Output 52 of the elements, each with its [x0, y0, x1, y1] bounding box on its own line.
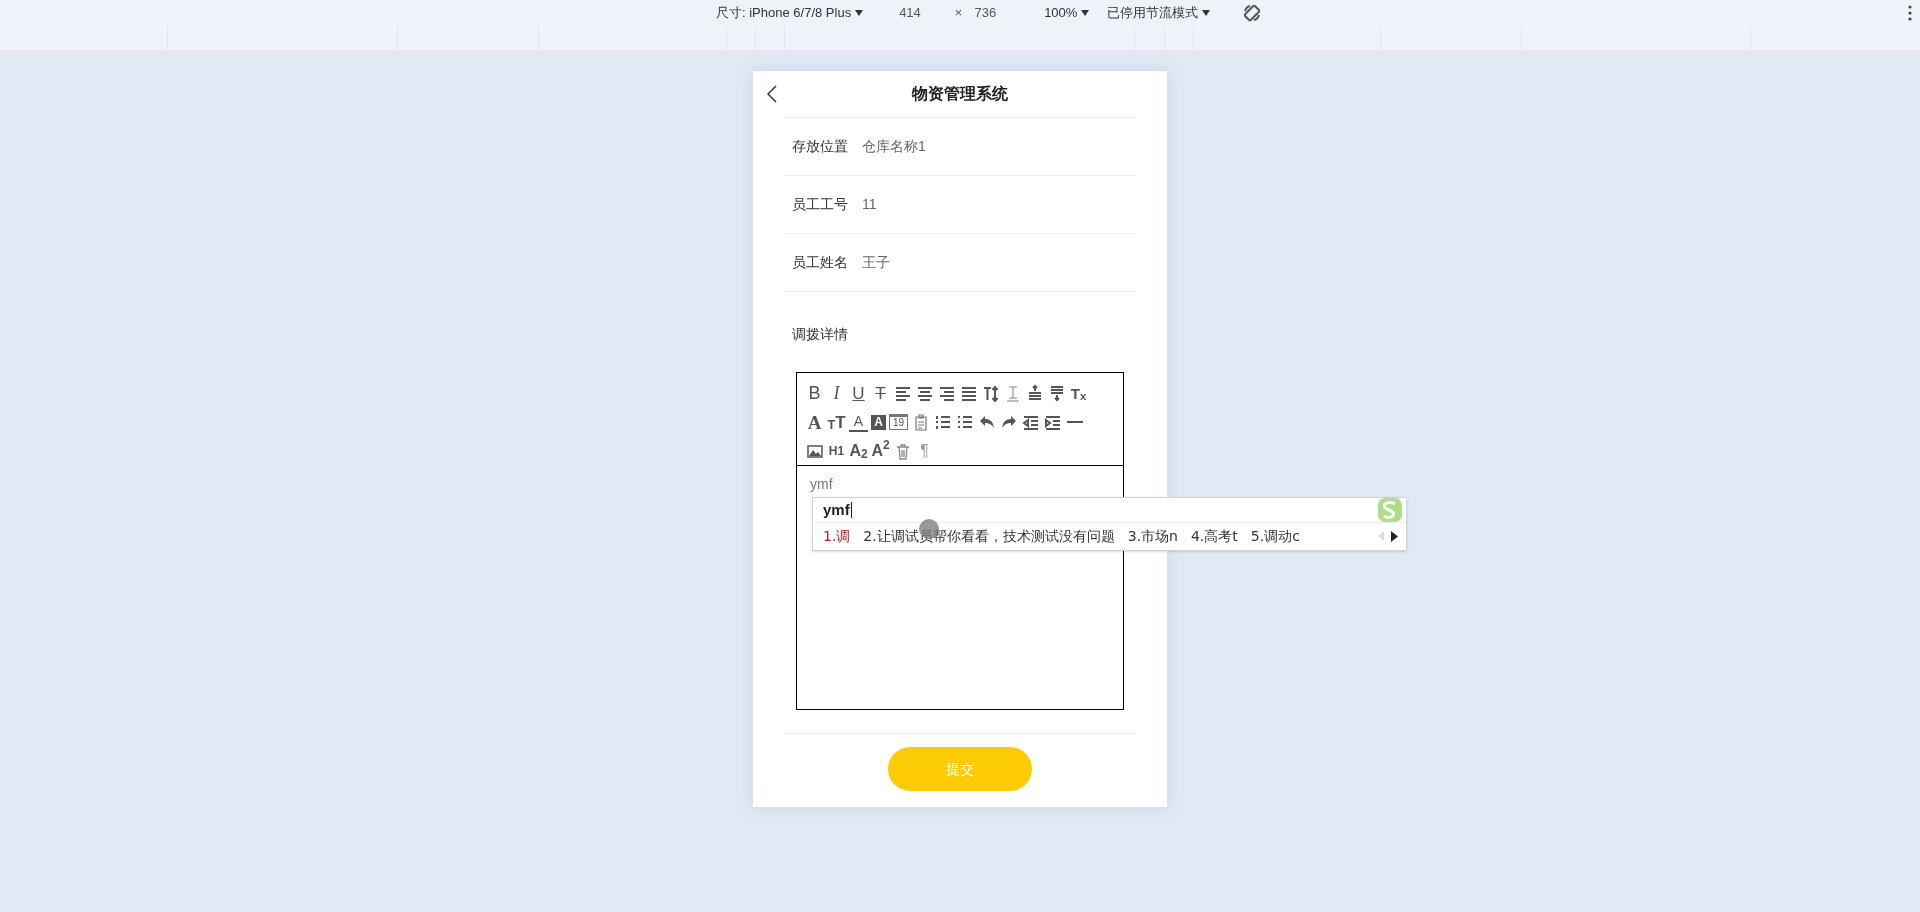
rotate-icon[interactable]	[1242, 3, 1263, 23]
page-title: 物资管理系统	[912, 84, 1008, 104]
ime-candidate[interactable]: 5.调动c	[1250, 526, 1300, 547]
underline-button[interactable]: U	[849, 383, 868, 403]
align-center-icon	[915, 384, 934, 402]
align-left-icon	[893, 384, 912, 402]
align-right-icon	[937, 384, 956, 402]
italic-button[interactable]: I	[827, 383, 846, 403]
indent-icon	[1043, 413, 1062, 431]
background-color-button[interactable]: A	[871, 414, 886, 430]
input-field[interactable]: 仓库名称1	[862, 136, 1136, 157]
input-field[interactable]: 王子	[862, 252, 1136, 273]
field-label: 存放位置	[792, 137, 849, 156]
subscript-button[interactable]: A$_{2}$	[849, 441, 868, 461]
throttling-dropdown[interactable]: 已停用节流模式	[1107, 3, 1211, 23]
field-label: 员工工号	[792, 195, 849, 214]
font-size-button[interactable]: $_{T}$T	[827, 412, 846, 432]
times-sign: ×	[954, 4, 963, 23]
ime-composition-text: ymf	[823, 502, 852, 518]
caret-icon	[855, 10, 864, 16]
ime-candidate[interactable]: 1.调	[823, 526, 851, 547]
outdent-icon	[1021, 413, 1040, 431]
horizontal-rule-icon	[1065, 421, 1084, 423]
input-field[interactable]: 11	[862, 194, 1136, 215]
date-button[interactable]: 19	[889, 414, 908, 430]
superscript-button[interactable]: A$^{2}$	[871, 441, 890, 461]
image-icon	[805, 442, 824, 460]
more-options-icon[interactable]	[1908, 5, 1912, 21]
field-label: 调拨详情	[791, 325, 849, 344]
caret-icon	[1081, 10, 1090, 16]
field-label: 员工姓名	[792, 253, 849, 272]
line-height-button[interactable]	[981, 383, 1000, 403]
bold-button[interactable]: B	[805, 383, 824, 403]
line-height-icon	[981, 384, 1000, 402]
caret-icon	[1202, 10, 1211, 16]
strikethrough-button[interactable]: T	[871, 383, 890, 403]
ordered-list-icon	[933, 413, 952, 431]
editor-text[interactable]: ymf	[810, 476, 833, 492]
width-value[interactable]: 414	[899, 3, 921, 23]
height-value[interactable]: 736	[974, 3, 997, 23]
zoom-dropdown[interactable]: 100%	[1044, 3, 1090, 23]
clear-format-button[interactable]: T$_{x}$	[1069, 383, 1088, 403]
heading-button[interactable]: H1	[827, 441, 846, 461]
font-family-button[interactable]: A	[805, 412, 824, 432]
font-color-button[interactable]: A	[849, 412, 868, 432]
unordered-list-icon	[955, 413, 974, 431]
ime-candidate[interactable]: 3.市场n	[1127, 526, 1178, 547]
ime-candidate[interactable]: 4.高考t	[1190, 526, 1238, 547]
device-dropdown[interactable]: 尺寸: iPhone 6/7/8 Plus	[716, 3, 864, 23]
justify-icon	[959, 384, 978, 402]
next-page-icon[interactable]	[1391, 531, 1398, 542]
back-icon[interactable]	[767, 85, 777, 103]
